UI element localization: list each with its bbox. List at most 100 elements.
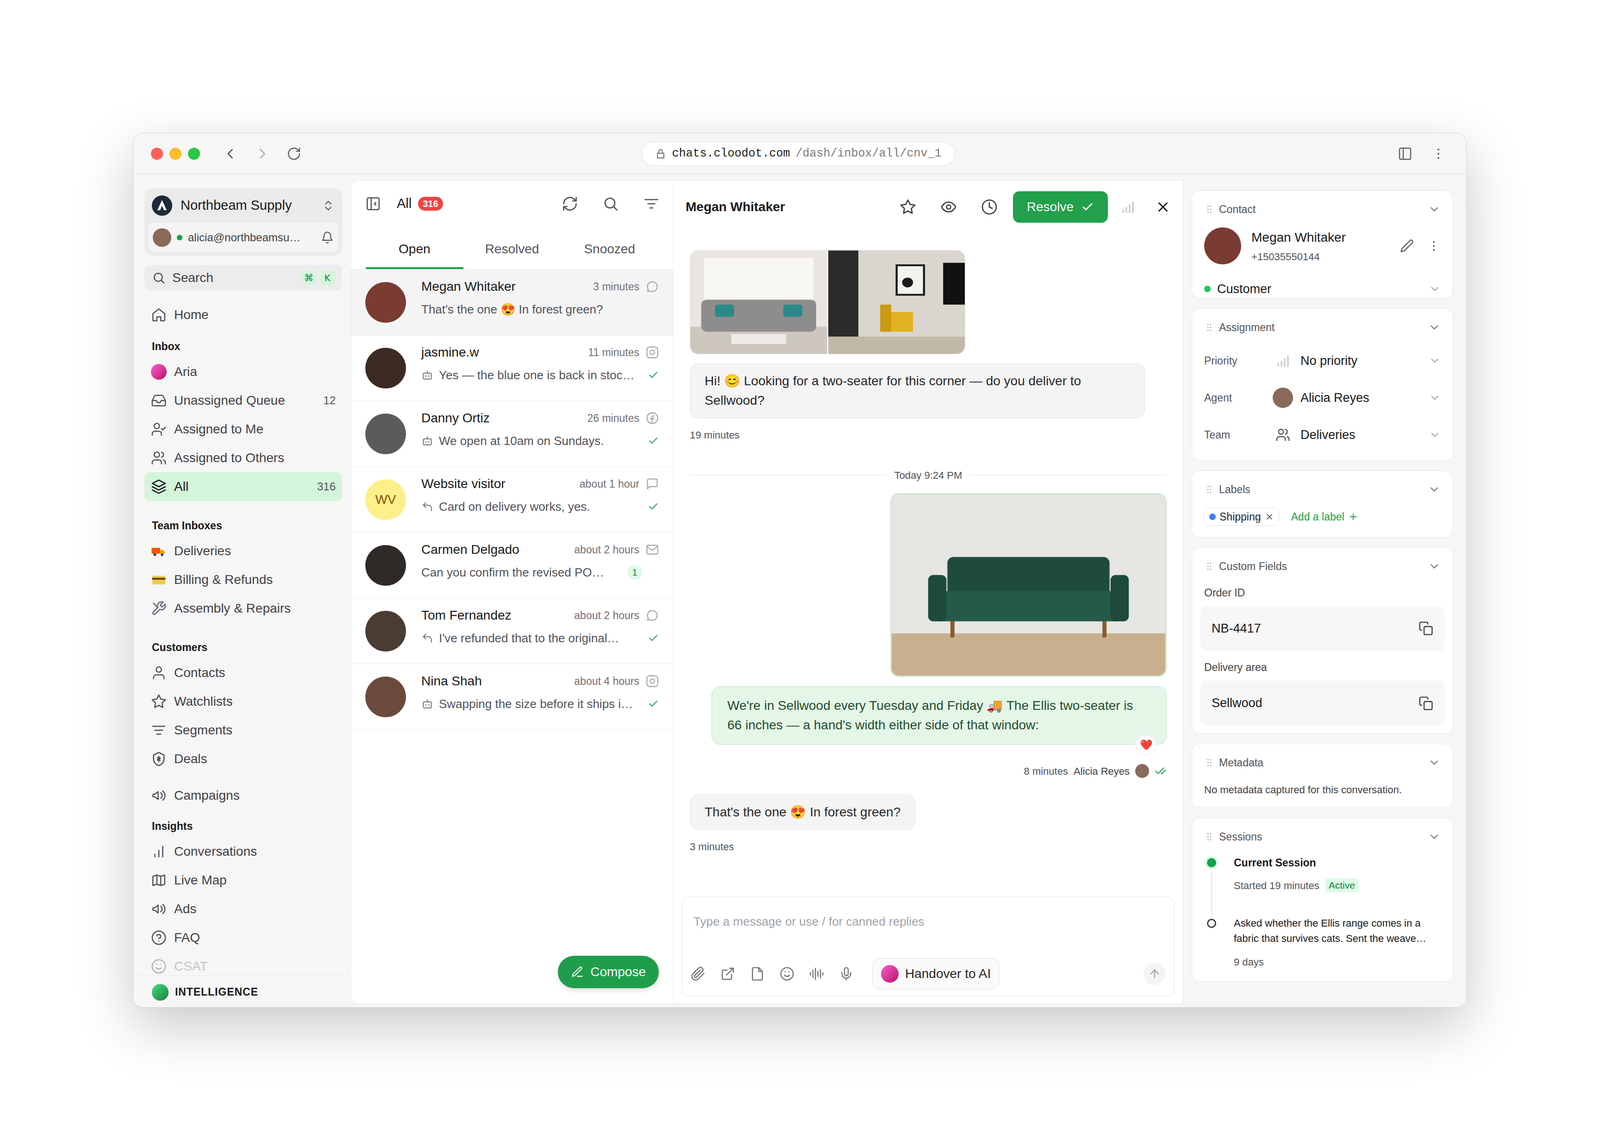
sidebar-footer[interactable]: INTELLIGENCE [133, 975, 351, 1008]
audio-button[interactable] [809, 966, 825, 982]
photo-attachment[interactable] [689, 250, 966, 355]
sidebar-item[interactable]: Deals [144, 744, 343, 774]
add-label-button[interactable]: Add a label [1291, 508, 1359, 525]
maximize-window-button[interactable] [187, 147, 200, 160]
copy-button[interactable] [1418, 695, 1434, 711]
sidebar-item[interactable]: CSAT [144, 951, 343, 976]
priority-icon [1277, 354, 1289, 367]
collapse-toggle[interactable] [1427, 830, 1441, 844]
custom-field-box[interactable]: Sellwood [1200, 680, 1445, 726]
conversation-row[interactable]: Danny Ortiz26 minutesWe open at 10am on … [350, 400, 674, 467]
send-button[interactable] [1143, 962, 1166, 985]
handover-button[interactable]: Handover to AI [872, 957, 1000, 990]
edit-contact-button[interactable] [1400, 238, 1414, 253]
message-meta: 8 minutesAlicia Reyes [1024, 762, 1167, 780]
conversation-row[interactable]: Megan Whitaker3 minutesThat's the one 😍 … [350, 269, 674, 336]
snooze-button[interactable] [981, 198, 998, 216]
lock-icon [655, 148, 667, 160]
assignment-row[interactable]: TeamDeliveries [1204, 416, 1441, 454]
sidebar-item[interactable]: FAQ [144, 923, 343, 952]
collapse-toggle[interactable] [1427, 320, 1441, 334]
conversation-row[interactable]: jasmine.w11 minutesYes — the blue one is… [350, 335, 674, 401]
refresh-button[interactable] [561, 195, 579, 213]
close-window-button[interactable] [150, 147, 163, 160]
collapse-toggle[interactable] [1427, 202, 1441, 216]
collapse-toggle[interactable] [1427, 482, 1441, 496]
share-button[interactable] [720, 966, 736, 982]
close-conversation-button[interactable] [1155, 199, 1171, 215]
web-icon [645, 477, 659, 491]
remove-label-button[interactable] [1264, 512, 1275, 522]
check-double-icon [1154, 764, 1167, 777]
sidebar-item[interactable]: Home [144, 300, 343, 330]
conversation-row[interactable]: Nina Shahabout 4 hoursSwapping the size … [350, 663, 674, 730]
notifications-button[interactable] [320, 231, 334, 244]
voice-button[interactable] [838, 966, 854, 982]
sidebar-item[interactable]: Billing & Refunds [144, 565, 343, 594]
watch-button[interactable] [940, 198, 957, 216]
sidebar-item[interactable]: Assigned to Others [144, 443, 343, 473]
attach-button[interactable] [690, 966, 706, 982]
kebab-icon [1431, 146, 1446, 162]
sidebar-item[interactable]: Aria [144, 357, 343, 387]
sidebar-item[interactable]: Segments [144, 715, 343, 745]
sidebar-item[interactable]: Live Map [144, 865, 343, 895]
labels-card: LabelsShippingAdd a label [1191, 470, 1454, 538]
collapse-toggle[interactable] [1427, 559, 1441, 573]
tab[interactable]: Resolved [463, 226, 562, 269]
address-bar[interactable]: chats.cloodot.com/dash/inbox/all/cnv_1 [641, 141, 956, 166]
reload-button[interactable] [286, 146, 302, 162]
sidebar-item[interactable]: Watchlists [144, 687, 343, 716]
assignment-row[interactable]: AgentAlicia Reyes [1204, 379, 1441, 417]
photo-message [689, 493, 1167, 677]
sidebar-item[interactable]: Contacts [144, 658, 343, 688]
sidebar-item-label: CSAT [174, 956, 208, 976]
session-item[interactable]: Current SessionStarted 19 minutesActive [1204, 854, 1441, 916]
search-conversations-button[interactable] [602, 195, 619, 213]
sidebar-item[interactable]: Ads [144, 894, 343, 924]
sidebar-toggle-button[interactable] [1397, 146, 1413, 162]
compose-button[interactable]: Compose [557, 955, 659, 988]
message-preview: Card on delivery works, yes. [438, 497, 591, 516]
resolve-button[interactable]: Resolve [1012, 191, 1108, 223]
priority-indicator[interactable] [1122, 200, 1134, 213]
emoji-button[interactable] [779, 966, 795, 982]
conversation-row[interactable]: Carmen Delgadoabout 2 hoursCan you confi… [350, 532, 674, 599]
reaction[interactable]: ❤️ [1135, 734, 1157, 756]
sidebar-item[interactable]: Assembly & Repairs [144, 593, 343, 623]
star-button[interactable] [899, 198, 917, 216]
workspace-switcher[interactable]: Northbeam Supplyalicia@northbeamsu… [144, 188, 343, 256]
filter-button[interactable] [643, 195, 660, 213]
message: That's the one 😍 In forest green?3 minut… [689, 794, 1167, 855]
contact-type-select[interactable]: Customer [1204, 279, 1441, 299]
session-item[interactable]: Asked whether the Ellis range comes in a… [1204, 915, 1441, 982]
conversation-row[interactable]: Tom Fernandezabout 2 hoursI've refunded … [350, 598, 674, 664]
browser-menu-button[interactable] [1431, 146, 1446, 162]
collapse-sidebar-button[interactable] [365, 195, 382, 212]
template-button[interactable] [750, 966, 765, 982]
custom-field-box[interactable]: NB-4417 [1200, 606, 1445, 651]
sidebar-item-label: Watchlists [174, 691, 233, 712]
check-icon [647, 698, 659, 710]
sidebar-item[interactable]: Campaigns [144, 781, 343, 810]
contact-menu-button[interactable] [1426, 238, 1441, 253]
sidebar-item[interactable]: Conversations [144, 837, 343, 866]
assignment-row[interactable]: PriorityNo priority [1204, 342, 1441, 380]
sidebar-item[interactable]: All316 [144, 472, 343, 501]
back-button[interactable] [221, 145, 239, 163]
label-chip[interactable]: Shipping [1204, 507, 1280, 526]
sidebar-item[interactable]: Assigned to Me [144, 414, 343, 444]
search-button[interactable]: Search⌘K [144, 264, 343, 291]
forward-button[interactable] [254, 145, 271, 163]
tab[interactable]: Open [365, 226, 464, 269]
sidebar-item[interactable]: Unassigned Queue12 [144, 386, 343, 415]
photo-attachment[interactable] [890, 493, 1167, 677]
message-input[interactable] [693, 912, 1163, 931]
minimize-window-button[interactable] [169, 147, 182, 160]
copy-button[interactable] [1418, 620, 1434, 636]
sidebar-item[interactable]: Deliveries [144, 536, 343, 566]
collapse-toggle[interactable] [1427, 756, 1441, 769]
sidebar-section-heading: Inbox [144, 335, 343, 358]
conversation-row[interactable]: WVWebsite visitorabout 1 hourCard on del… [350, 466, 674, 533]
tab[interactable]: Snoozed [560, 226, 659, 269]
